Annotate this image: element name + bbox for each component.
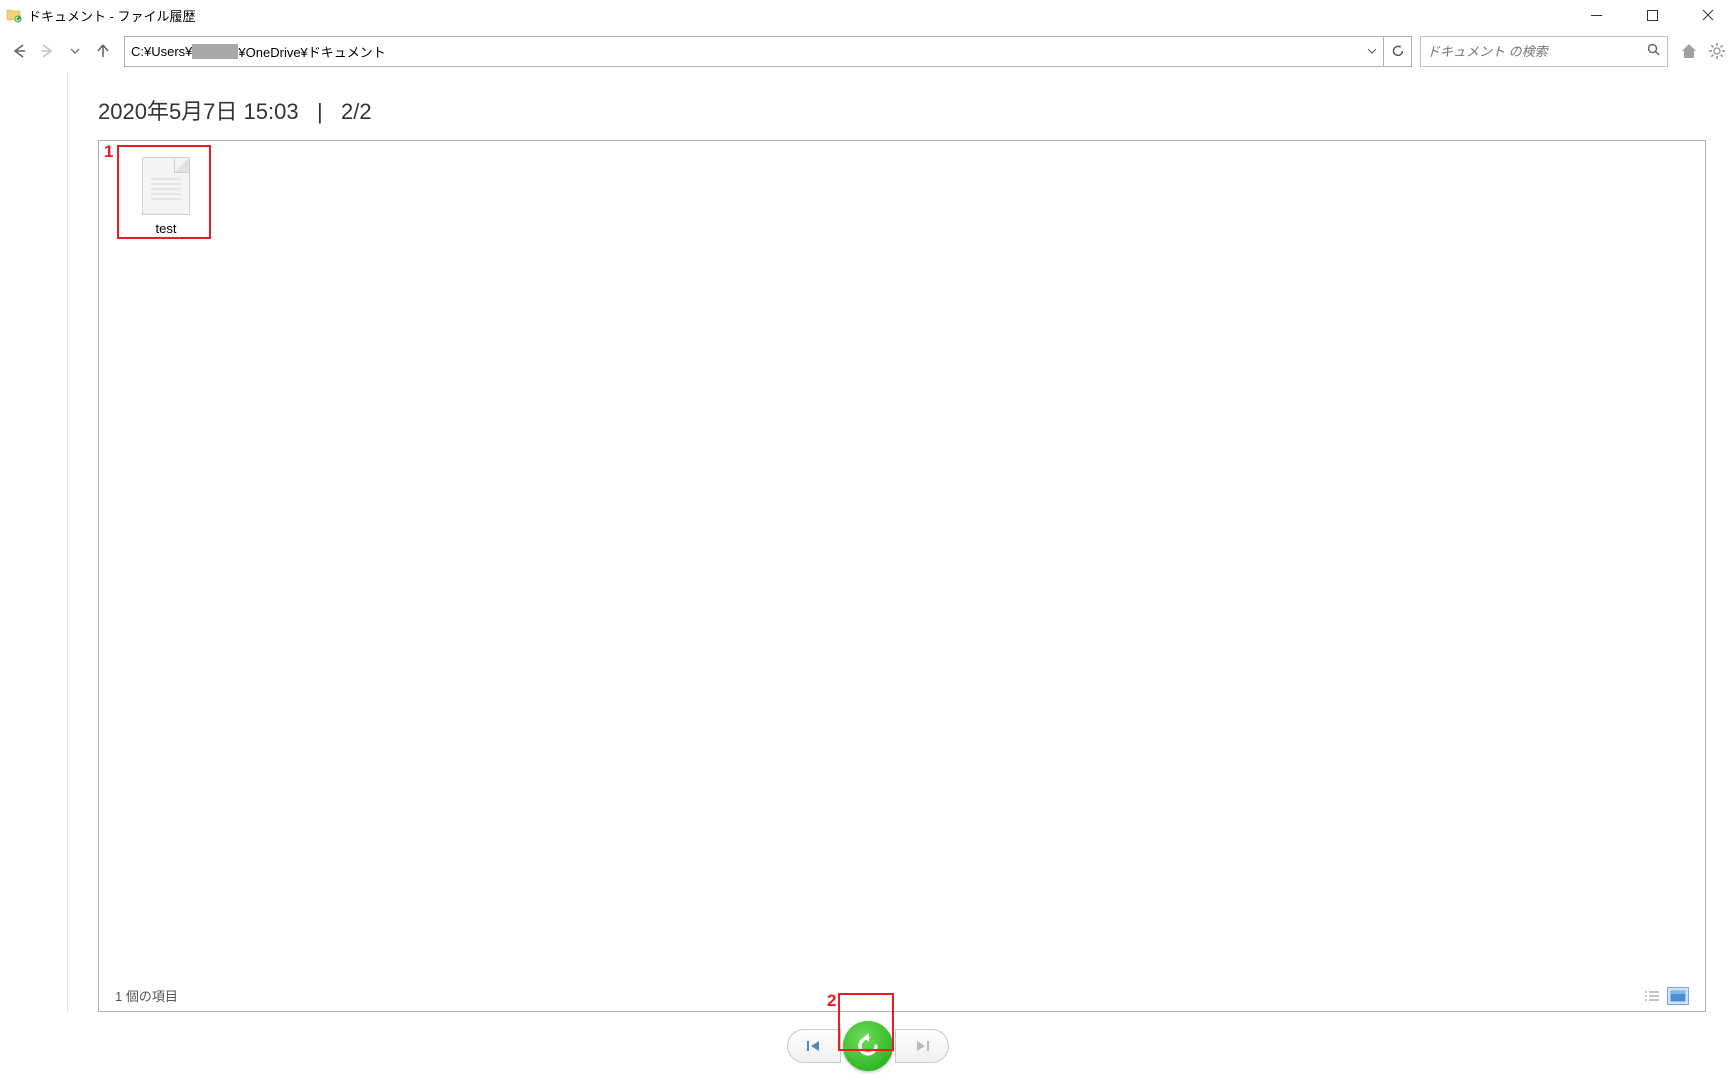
up-button[interactable] (90, 38, 116, 64)
recent-dropdown[interactable] (62, 38, 88, 64)
restore-wrap: 2 (841, 1021, 895, 1071)
version-header: 2020年5月7日 15:03 | 2/2 (98, 72, 1706, 140)
file-icon (142, 157, 190, 215)
next-version-button[interactable] (895, 1029, 949, 1063)
close-button[interactable] (1680, 0, 1736, 30)
details-view-button[interactable] (1641, 987, 1663, 1005)
redacted-username (192, 44, 238, 59)
main-pane: 2020年5月7日 15:03 | 2/2 1 test 1 個の項目 (68, 72, 1736, 1012)
titlebar: ドキュメント - ファイル履歴 (0, 0, 1736, 30)
minimize-button[interactable] (1568, 0, 1624, 30)
status-bar: 1 個の項目 (115, 986, 1689, 1005)
previous-version-button[interactable] (787, 1029, 841, 1063)
file-list[interactable]: 1 test 1 個の項目 (98, 140, 1706, 1012)
maximize-button[interactable] (1624, 0, 1680, 30)
search-input[interactable] (1427, 44, 1647, 59)
annotation-label-1: 1 (104, 142, 113, 162)
item-count: 1 個の項目 (115, 986, 178, 1005)
annotation-label-2: 2 (827, 991, 836, 1011)
toolbar: C:¥Users¥ ¥OneDrive¥ドキュメント (0, 30, 1736, 72)
search-box[interactable] (1420, 36, 1668, 67)
icons-view-button[interactable] (1667, 987, 1689, 1005)
gear-icon[interactable] (1704, 38, 1730, 64)
navigation-bar: 2 (0, 1012, 1736, 1080)
version-datetime: 2020年5月7日 15:03 (98, 99, 299, 124)
address-bar[interactable]: C:¥Users¥ ¥OneDrive¥ドキュメント (124, 36, 1384, 67)
address-bar-wrap: C:¥Users¥ ¥OneDrive¥ドキュメント (124, 36, 1412, 67)
chevron-down-icon[interactable] (1367, 44, 1377, 59)
navigation-pane[interactable] (0, 72, 68, 1012)
refresh-button[interactable] (1384, 36, 1412, 67)
header-separator: | (317, 99, 323, 124)
address-path-suffix: ¥OneDrive¥ドキュメント (238, 42, 385, 61)
version-page: 2/2 (341, 99, 372, 124)
address-path-prefix: C:¥Users¥ (131, 44, 192, 59)
window-controls (1568, 0, 1736, 30)
app-icon (6, 7, 22, 23)
annotation-box-2 (838, 993, 894, 1051)
home-button[interactable] (1676, 38, 1702, 64)
forward-button[interactable] (34, 38, 60, 64)
content-area: 2020年5月7日 15:03 | 2/2 1 test 1 個の項目 (0, 72, 1736, 1012)
search-icon[interactable] (1647, 43, 1661, 60)
back-button[interactable] (6, 38, 32, 64)
window-title: ドキュメント - ファイル履歴 (28, 6, 196, 25)
